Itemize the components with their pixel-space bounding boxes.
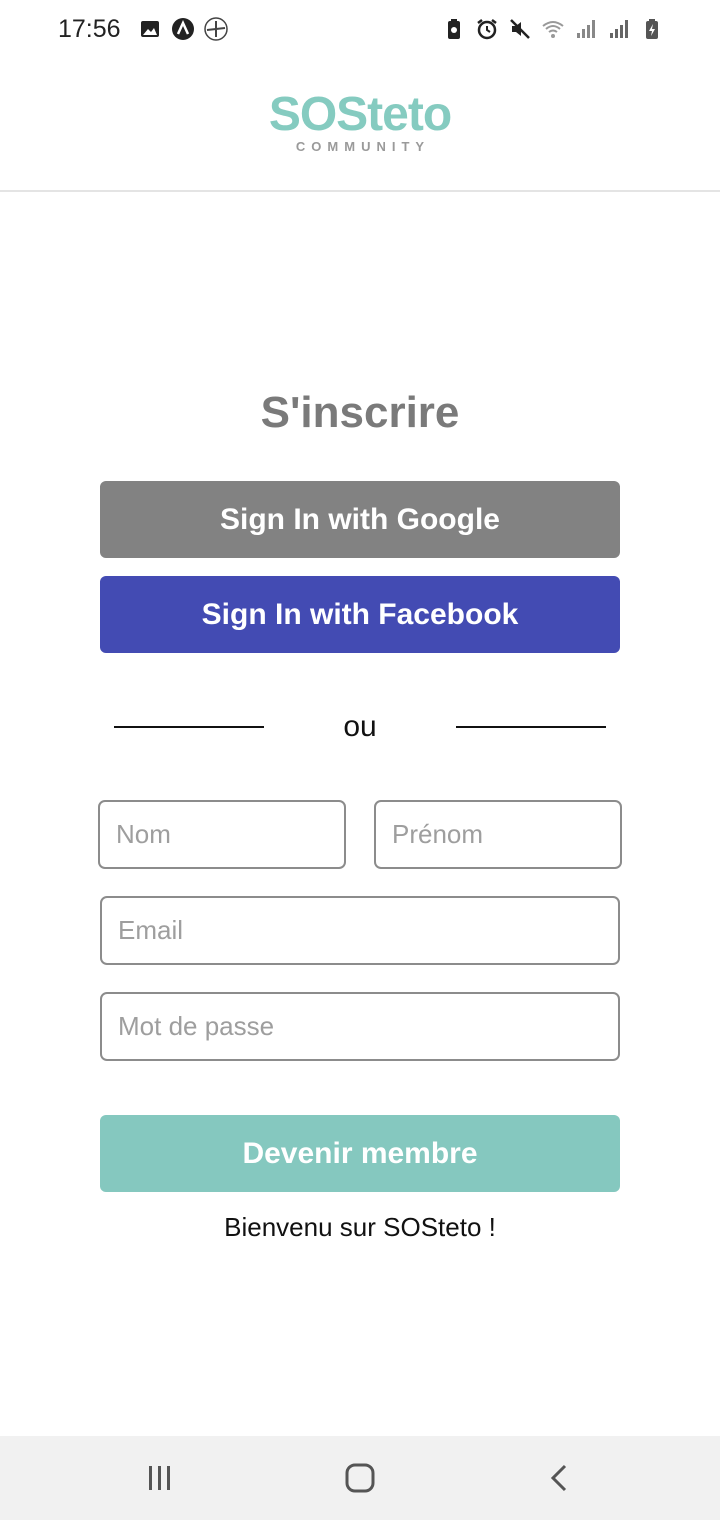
recent-apps-button[interactable]	[120, 1448, 200, 1508]
status-left: 17:56	[58, 15, 228, 44]
system-nav-bar	[0, 1436, 720, 1520]
alarm-icon	[477, 19, 497, 40]
back-icon	[550, 1464, 567, 1492]
page-title: S'inscrire	[260, 388, 460, 437]
back-button[interactable]	[520, 1448, 600, 1508]
app-header: SOSteto COMMUNITY	[0, 58, 720, 192]
welcome-text: Bienvenu sur SOSteto !	[224, 1212, 496, 1242]
password-field[interactable]	[100, 992, 620, 1061]
divider-text: ou	[343, 710, 377, 743]
status-bar: 17:56	[0, 0, 720, 58]
recent-apps-icon	[149, 1466, 170, 1490]
image-icon	[140, 21, 159, 37]
prenom-field[interactable]	[374, 800, 622, 869]
battery-saver-icon	[448, 19, 460, 39]
home-icon	[345, 1463, 375, 1493]
join-button[interactable]: Devenir membre	[100, 1115, 620, 1192]
divider-line-right	[456, 726, 606, 728]
plane-icon	[203, 17, 228, 41]
signal-icon-2	[610, 20, 628, 38]
signal-icon	[577, 20, 595, 38]
battery-icon	[646, 19, 658, 39]
facebook-signin-button[interactable]: Sign In with Facebook	[100, 576, 620, 653]
email-field[interactable]	[100, 896, 620, 965]
wifi-icon	[542, 21, 564, 38]
logo-text: SOSteto	[268, 87, 452, 141]
sosteto-logo: SOSteto COMMUNITY	[268, 87, 452, 154]
status-time: 17:56	[58, 14, 121, 43]
logo-subtext: COMMUNITY	[295, 138, 431, 154]
app-a-icon	[171, 18, 194, 40]
mute-icon	[510, 19, 530, 39]
google-signin-button[interactable]: Sign In with Google	[100, 481, 620, 558]
home-button[interactable]	[320, 1448, 400, 1508]
status-right	[442, 17, 664, 41]
nom-field[interactable]	[98, 800, 346, 869]
